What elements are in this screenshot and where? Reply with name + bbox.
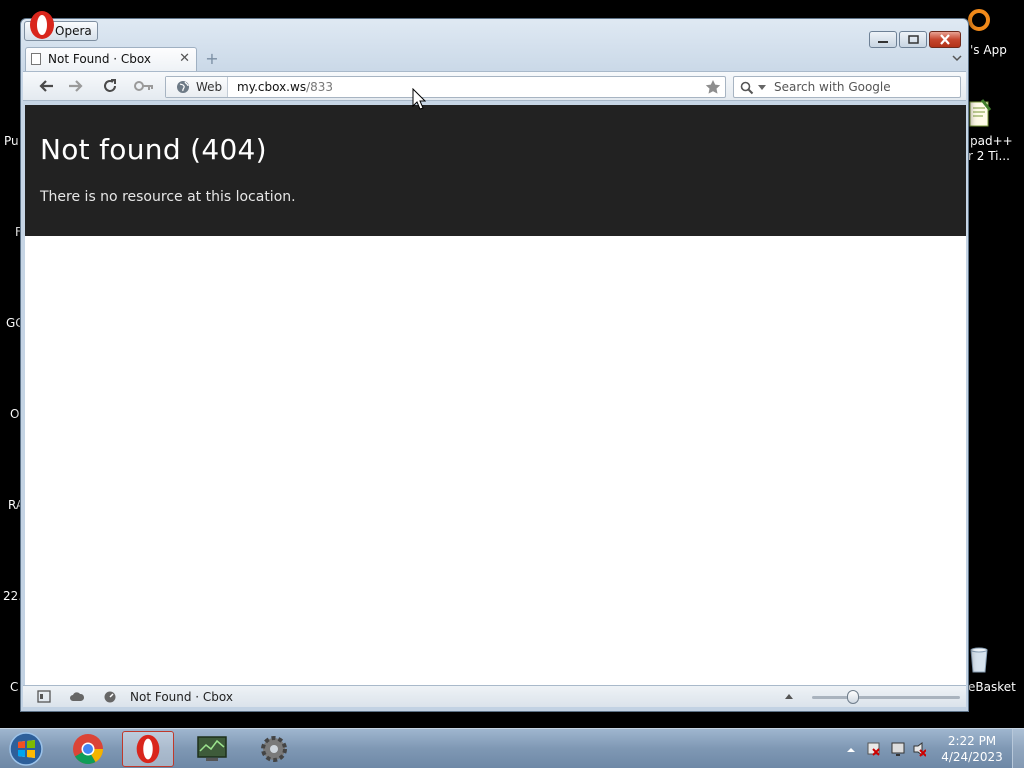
turbo-speedometer-icon[interactable]	[103, 690, 117, 703]
mouse-cursor-icon	[412, 88, 426, 110]
opera-menu-button[interactable]: Opera	[24, 11, 98, 41]
globe-icon	[177, 81, 189, 93]
search-icon	[740, 81, 754, 95]
desktop-icon-label: pad++	[970, 134, 1013, 148]
clock-date: 4/24/2023	[941, 750, 1003, 764]
new-tab-button[interactable]: +	[205, 51, 219, 67]
minimize-button[interactable]	[869, 31, 897, 48]
monitor-app-icon[interactable]	[186, 731, 238, 767]
close-icon	[940, 34, 950, 45]
page-title: Not found (404)	[40, 133, 267, 166]
address-bar[interactable]: Web my.cbox.ws/833	[165, 76, 726, 98]
search-field[interactable]: Search with Google	[733, 76, 961, 98]
desktop-icon-label: 's App	[970, 43, 1007, 57]
system-tray	[844, 741, 927, 760]
web-mode-badge[interactable]: Web	[166, 77, 228, 97]
bookmark-star-icon[interactable]	[705, 79, 721, 95]
app-ring-icon[interactable]	[966, 6, 992, 34]
window-controls	[869, 31, 961, 48]
minimize-icon	[878, 41, 888, 43]
show-desktop-button[interactable]	[1012, 729, 1024, 768]
tab-title: Not Found · Cbox	[48, 52, 151, 66]
opera-icon[interactable]	[122, 731, 174, 767]
desktop-icon-label: eBasket	[968, 680, 1016, 694]
desktop-icon-label: C	[10, 680, 19, 694]
error-banner: Not found (404) There is no resource at …	[25, 105, 966, 236]
status-bar: Not Found · Cbox	[23, 685, 966, 707]
notepad-plus-icon[interactable]	[968, 98, 992, 130]
restore-icon	[908, 35, 919, 44]
tray-icons	[847, 742, 927, 757]
opera-logo-icon	[30, 11, 54, 39]
url-text[interactable]: my.cbox.ws/833	[237, 77, 333, 97]
zoom-slider[interactable]	[812, 696, 960, 699]
tab-not-found[interactable]: Not Found · Cbox ✕	[25, 47, 197, 71]
status-expand-icon[interactable]	[785, 694, 793, 699]
taskbar: 2:22 PM 4/24/2023	[0, 728, 1024, 768]
search-engine-dropdown-icon[interactable]	[758, 85, 766, 90]
clock[interactable]: 2:22 PM 4/24/2023	[932, 733, 1012, 765]
windows-start-icon[interactable]	[6, 731, 46, 767]
desktop-icon-label: Pu	[4, 134, 19, 148]
maximize-button[interactable]	[899, 31, 927, 48]
url-path: /833	[306, 80, 334, 94]
back-arrow-icon[interactable]	[37, 78, 55, 94]
page-document-icon	[31, 53, 41, 65]
panel-toggle-icon[interactable]	[37, 690, 51, 703]
error-message: There is no resource at this location.	[40, 189, 296, 205]
browser-window: Opera Not Found · Cbox ✕ + Web my.cbox.w…	[20, 11, 969, 712]
desktop-icon-label: O	[10, 407, 20, 421]
navigation-toolbar: Web my.cbox.ws/833 Search with Google	[23, 71, 966, 101]
tab-list-chevron-icon[interactable]	[952, 53, 962, 63]
reload-icon[interactable]	[101, 78, 119, 94]
settings-gear-icon[interactable]	[248, 731, 300, 767]
search-placeholder: Search with Google	[774, 80, 891, 94]
url-host: my.cbox.ws	[237, 80, 307, 94]
tab-close-icon[interactable]: ✕	[179, 48, 190, 70]
show-hidden-icons-icon	[847, 748, 855, 752]
status-page-title: Not Found · Cbox	[130, 690, 233, 704]
chrome-icon[interactable]	[62, 731, 114, 767]
clock-time: 2:22 PM	[947, 734, 997, 748]
close-window-button[interactable]	[929, 31, 961, 48]
opera-menu-label: Opera	[55, 24, 92, 38]
forward-arrow-icon[interactable]	[67, 78, 85, 94]
zoom-slider-handle[interactable]	[847, 690, 859, 704]
key-wand-icon[interactable]	[133, 78, 155, 94]
page-content: Not found (404) There is no resource at …	[25, 105, 966, 685]
web-mode-label: Web	[196, 80, 223, 94]
opera-unite-cloud-icon[interactable]	[69, 690, 85, 703]
recycle-bin-icon[interactable]	[968, 644, 990, 674]
desktop-icon-label: r 2 Ti...	[968, 149, 1010, 163]
